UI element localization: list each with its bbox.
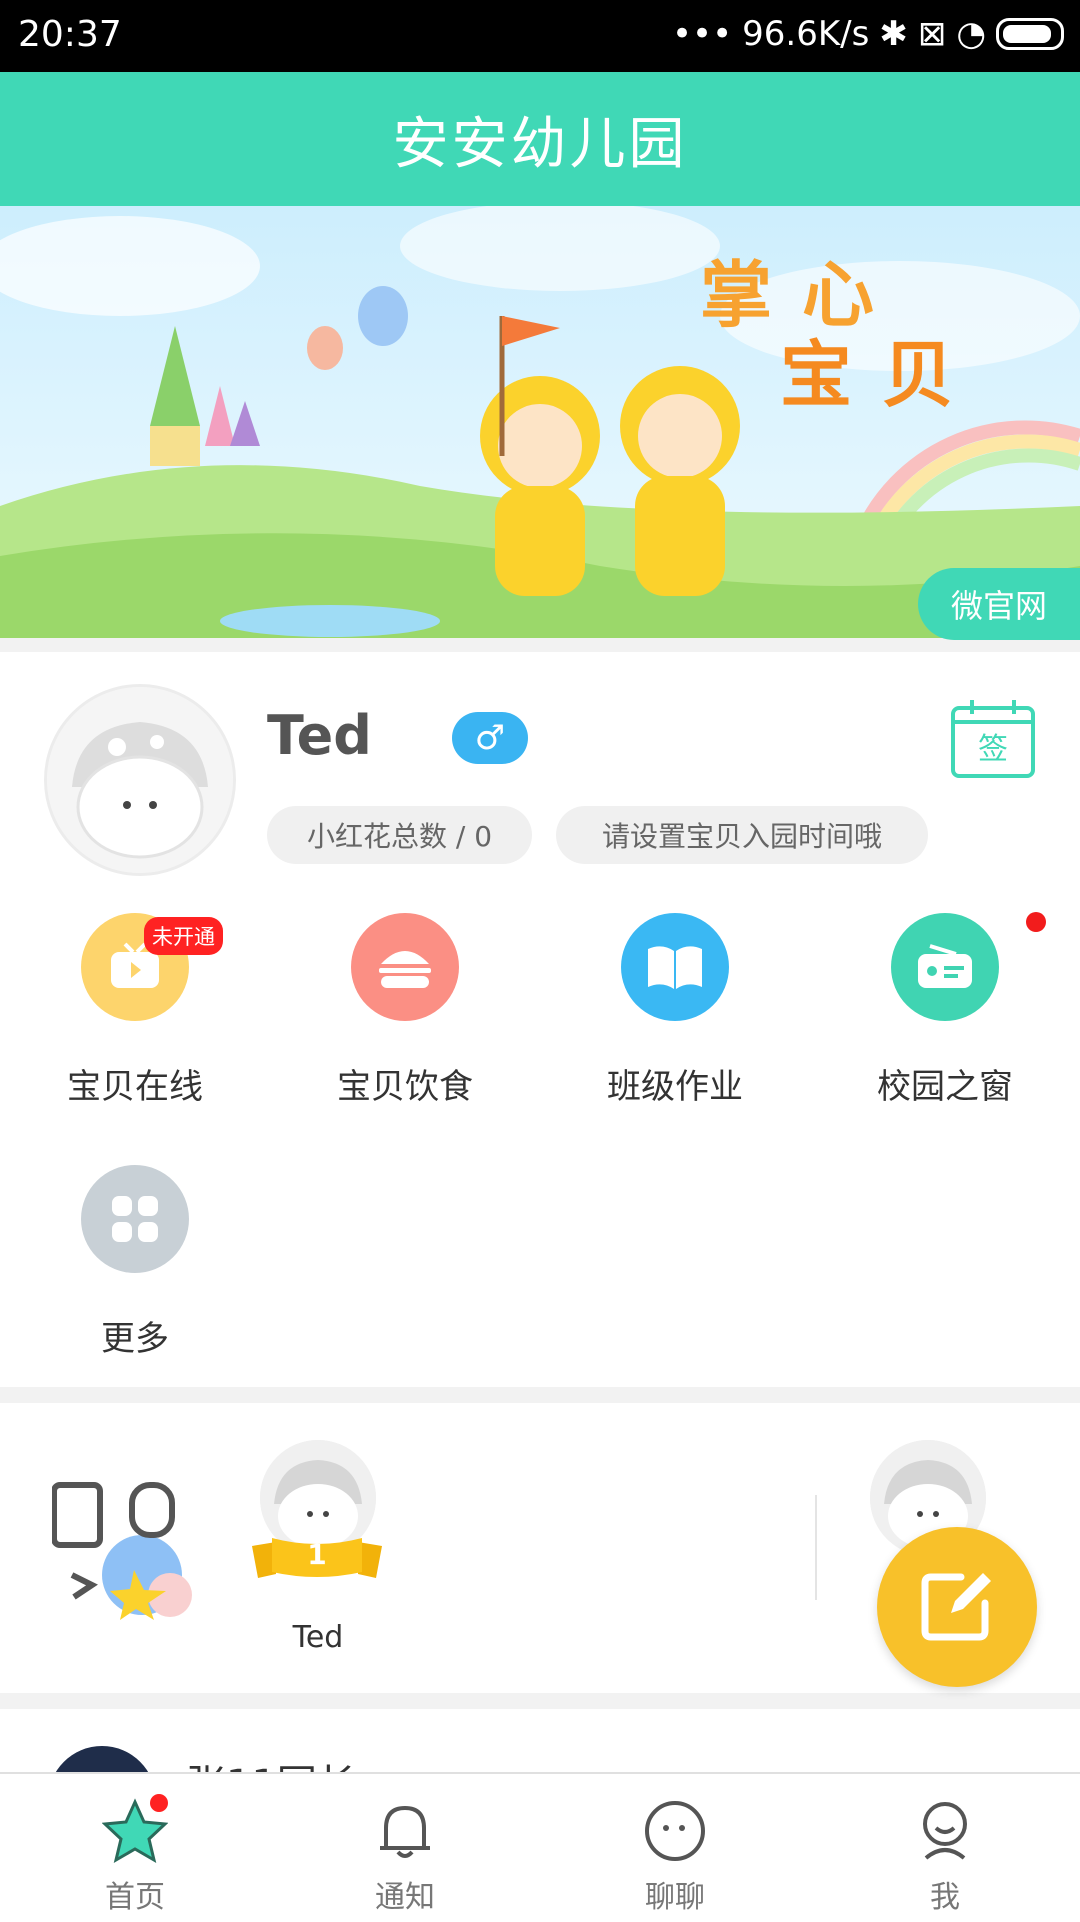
network-speed: 96.6K/s <box>742 14 870 54</box>
tab-label: 聊聊 <box>645 1880 705 1915</box>
tab-label: 首页 <box>105 1880 165 1915</box>
bluetooth-icon: ✱ <box>879 14 908 54</box>
feature-baby-diet[interactable]: 宝贝饮食 <box>305 913 505 1123</box>
tab-home[interactable]: 首页 <box>0 1774 270 1922</box>
banner-illustration <box>0 206 1080 638</box>
gender-badge: ♂ <box>452 712 528 764</box>
rank-1-name: Ted <box>292 1620 344 1655</box>
enroll-time-hint[interactable]: 请设置宝贝入园时间哦 <box>556 806 928 864</box>
wifi-icon: ◔ <box>956 14 986 54</box>
page-title: 安安幼儿园 <box>0 72 1080 206</box>
more-dots-icon: ••• <box>671 14 733 54</box>
bottom-nav: 首页 通知 聊聊 我 <box>0 1772 1080 1922</box>
radio-icon <box>891 913 999 1021</box>
ranking-logo-icon[interactable] <box>51 1475 197 1620</box>
banner-title-line2: 宝贝 <box>780 333 985 417</box>
feed-section <box>0 1709 1080 1779</box>
chat-face-icon <box>540 1798 810 1868</box>
not-activated-badge: 未开通 <box>144 917 223 955</box>
sign-in-button[interactable]: 签 <box>950 698 1036 780</box>
flowers-count[interactable]: 小红花总数 / 0 <box>267 806 532 864</box>
home-new-dot <box>150 1794 168 1812</box>
divider <box>815 1495 817 1600</box>
tab-chat[interactable]: 聊聊 <box>540 1774 810 1922</box>
tab-label: 通知 <box>375 1880 435 1915</box>
feature-label: 校园之窗 <box>877 1067 1013 1107</box>
feature-campus-window[interactable]: 校园之窗 <box>845 913 1045 1123</box>
avatar[interactable] <box>44 684 236 876</box>
person-icon <box>810 1798 1080 1868</box>
feature-more[interactable]: 更多 <box>35 1165 235 1375</box>
feature-label: 宝贝在线 <box>67 1067 203 1107</box>
tab-notice[interactable]: 通知 <box>270 1774 540 1922</box>
sim-icon: ⊠ <box>917 14 947 54</box>
burger-icon <box>351 913 459 1021</box>
status-icons: ••• 96.6K/s ✱ ⊠ ◔ <box>672 14 1064 54</box>
official-site-button[interactable]: 微官网 <box>918 568 1080 640</box>
feature-class-homework[interactable]: 班级作业 <box>575 913 775 1123</box>
edit-icon <box>921 1573 991 1641</box>
rank-number: 1 <box>307 1538 327 1571</box>
compose-button[interactable] <box>877 1527 1037 1687</box>
more-grid-icon <box>81 1165 189 1273</box>
status-bar: 20:37 ••• 96.6K/s ✱ ⊠ ◔ <box>0 0 1080 72</box>
mushroom-avatar-icon <box>47 687 233 873</box>
baby-name: Ted <box>267 704 372 767</box>
status-time: 20:37 <box>18 14 122 55</box>
feature-label: 班级作业 <box>607 1067 743 1107</box>
feature-label: 更多 <box>101 1319 169 1359</box>
bell-icon <box>270 1798 540 1868</box>
rank-ribbon-icon: 1 <box>252 1534 382 1580</box>
tab-label: 我 <box>930 1880 960 1915</box>
feature-label: 宝贝饮食 <box>337 1067 473 1107</box>
battery-icon <box>996 18 1064 50</box>
new-dot <box>1026 912 1046 932</box>
star-icon <box>0 1798 270 1868</box>
banner[interactable]: 掌心 宝贝 <box>0 206 1080 638</box>
tab-me[interactable]: 我 <box>810 1774 1080 1922</box>
sign-in-label: 签 <box>978 732 1008 767</box>
book-icon <box>621 913 729 1021</box>
